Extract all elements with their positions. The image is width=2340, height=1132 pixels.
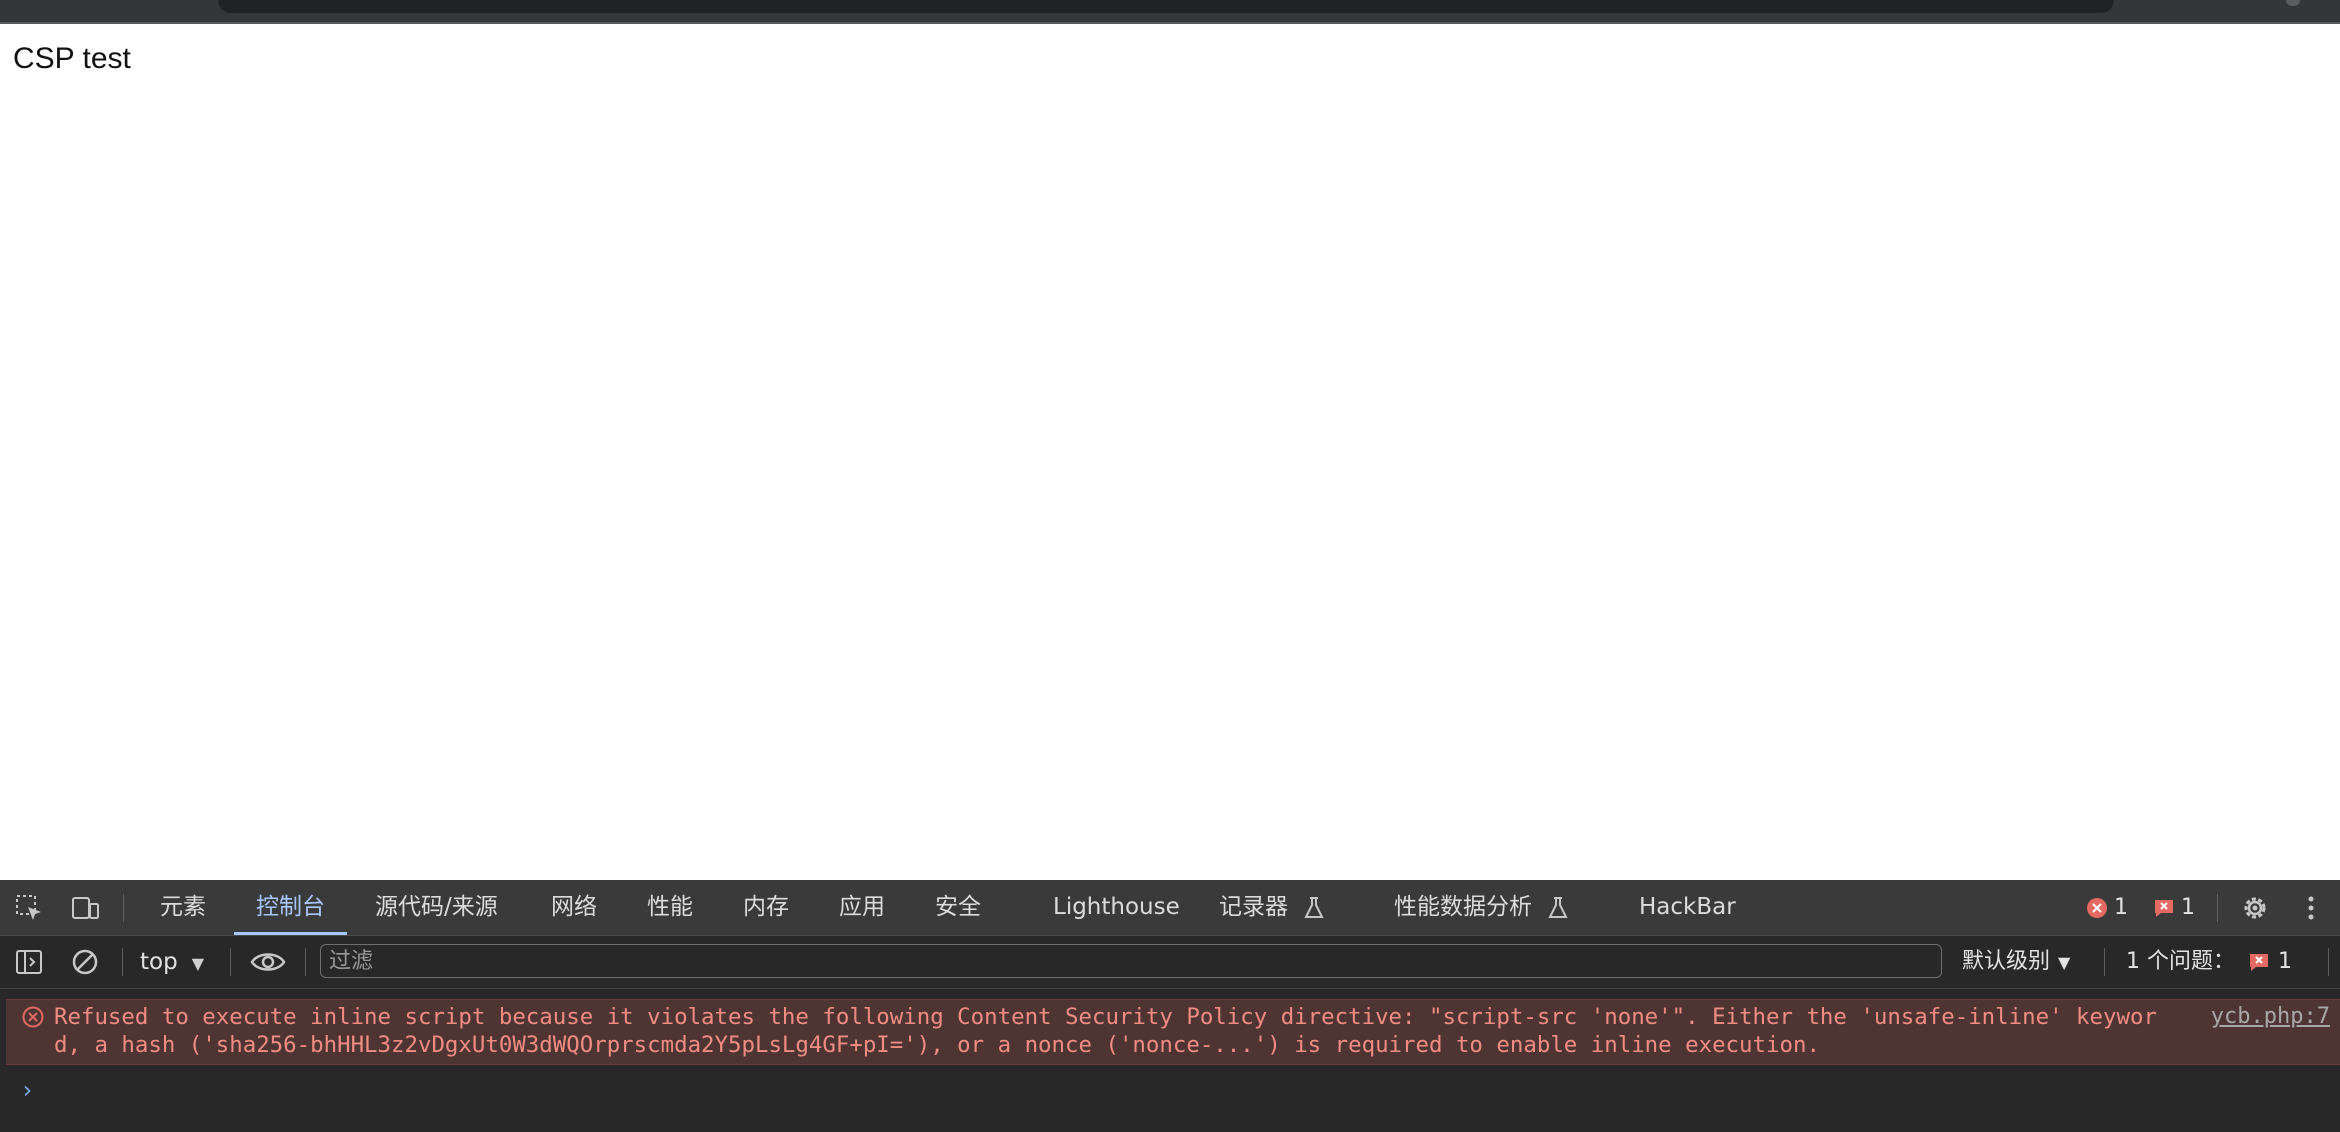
tab-performance[interactable]: 性能: [647, 880, 693, 935]
tab-application[interactable]: 应用: [839, 880, 885, 935]
sidebar-toggle-icon[interactable]: [14, 947, 44, 977]
page-content: CSP test: [0, 24, 2340, 880]
profile-icon[interactable]: [2286, 0, 2300, 6]
tab-performance-insights[interactable]: 性能数据分析: [1394, 880, 1569, 935]
tab-lighthouse[interactable]: Lighthouse: [1053, 880, 1180, 935]
issues-counter[interactable]: 1 个问题： 1: [2126, 936, 2292, 988]
context-selector[interactable]: top ▼: [140, 936, 204, 988]
clear-console-icon[interactable]: [70, 947, 100, 977]
error-count: 1: [2114, 895, 2128, 920]
console-toolbar: top ▼ 默认级别 ▼ 1 个问题： 1: [0, 936, 2340, 989]
error-count-badge[interactable]: 1: [2086, 880, 2128, 935]
issue-flag-icon: [2155, 900, 2173, 917]
log-levels-label: 默认级别: [1962, 949, 2051, 974]
devtools-panel: 元素 控制台 源代码/来源 网络 性能 内存 应用 安全 Lighthouse …: [0, 880, 2340, 1132]
console-error-message: Refused to execute inline script because…: [6, 999, 2340, 1065]
error-message-text: Refused to execute inline script because…: [54, 1004, 2157, 1058]
toolbar-separator: [305, 948, 306, 976]
browser-top-strip: [0, 0, 2340, 24]
address-bar[interactable]: [218, 0, 2114, 13]
message-source-link[interactable]: ycb.php:7: [2211, 1003, 2330, 1031]
tab-console[interactable]: 控制台: [234, 880, 347, 935]
tab-performance-insights-label: 性能数据分析: [1394, 894, 1532, 920]
page-heading: CSP test: [13, 42, 131, 75]
filter-input[interactable]: [320, 944, 1942, 978]
toolbar-separator: [123, 894, 124, 922]
caret-down-icon: ▼: [191, 954, 205, 973]
toolbar-separator: [2104, 948, 2105, 976]
tab-sources[interactable]: 源代码/来源: [375, 880, 498, 935]
live-expression-eye-icon[interactable]: [250, 947, 286, 977]
toolbar-separator: [230, 948, 231, 976]
log-levels-dropdown[interactable]: 默认级别 ▼: [1962, 936, 2070, 988]
toolbar-separator: [2217, 894, 2218, 922]
tab-security[interactable]: 安全: [935, 880, 981, 935]
issue-count-badge[interactable]: 1: [2153, 880, 2195, 935]
issues-label: 1 个问题：: [2126, 949, 2235, 974]
tab-recorder[interactable]: 记录器: [1219, 880, 1325, 935]
inspect-element-icon[interactable]: [14, 893, 44, 923]
tab-elements[interactable]: 元素: [160, 880, 206, 935]
settings-gear-icon[interactable]: [2240, 893, 2270, 923]
tab-recorder-label: 记录器: [1219, 894, 1288, 920]
error-circle-icon: [2087, 898, 2107, 918]
issue-count: 1: [2181, 895, 2195, 920]
tab-network[interactable]: 网络: [551, 880, 597, 935]
more-options-icon[interactable]: [2296, 893, 2326, 923]
toolbar-separator: [122, 948, 123, 976]
toolbar-separator: [2328, 948, 2329, 976]
error-circle-icon: [22, 1006, 44, 1028]
issues-count: 1: [2278, 949, 2292, 974]
context-value: top: [140, 949, 178, 975]
flask-icon: [1304, 896, 1324, 918]
tab-memory[interactable]: 内存: [743, 880, 789, 935]
console-prompt[interactable]: ›: [20, 1076, 34, 1104]
tab-hackbar[interactable]: HackBar: [1639, 880, 1736, 935]
caret-down-icon: ▼: [2058, 953, 2071, 972]
device-toolbar-icon[interactable]: [70, 893, 100, 923]
flask-icon: [1548, 896, 1568, 918]
issue-flag-icon: [2250, 954, 2268, 971]
devtools-tabbar: 元素 控制台 源代码/来源 网络 性能 内存 应用 安全 Lighthouse …: [0, 880, 2340, 936]
